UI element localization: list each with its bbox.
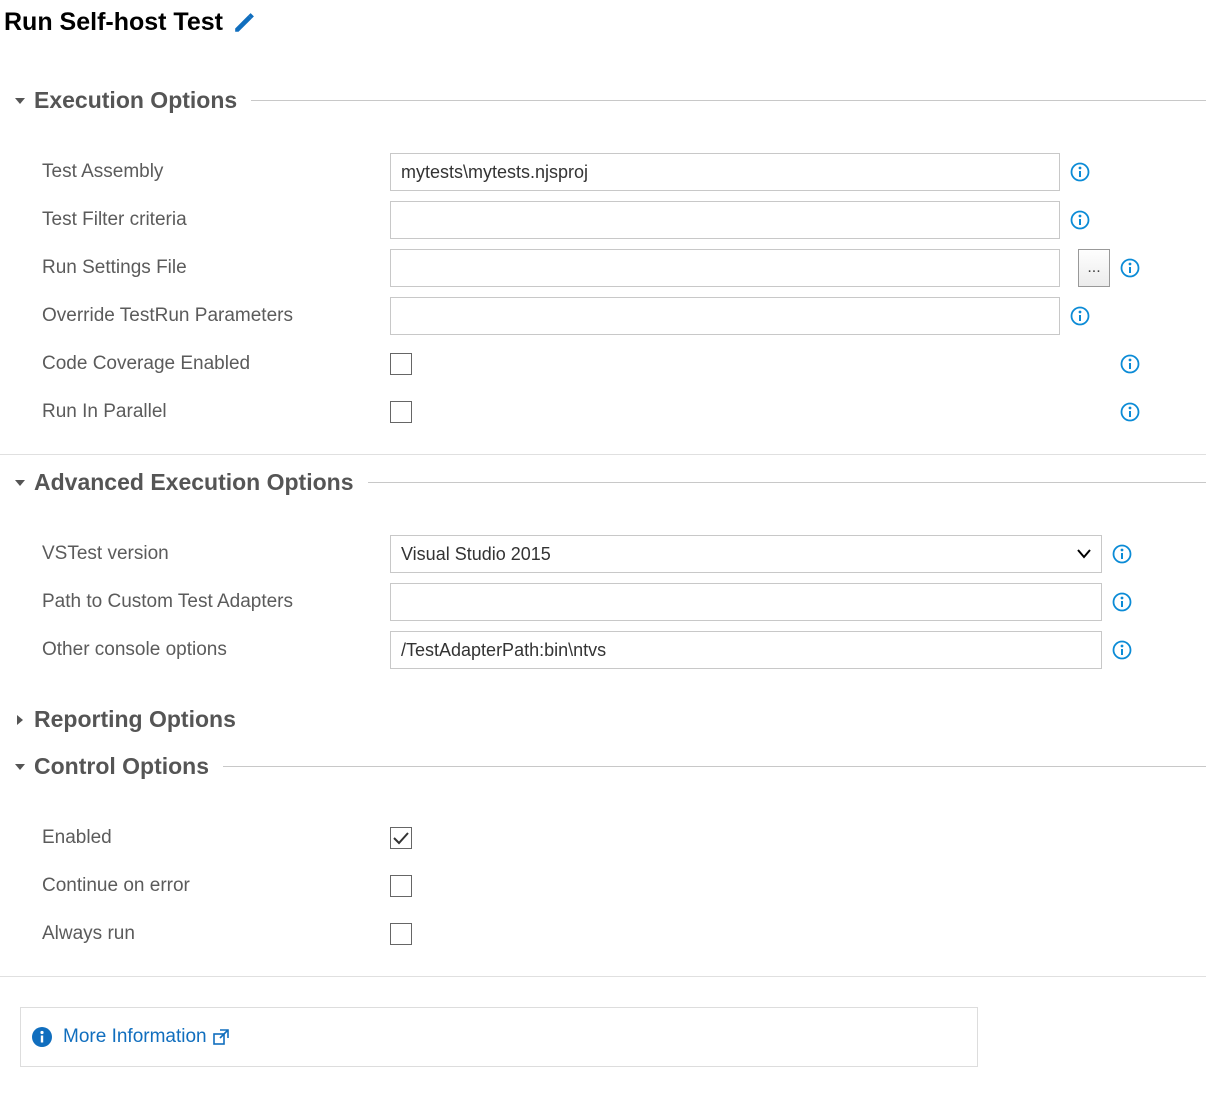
label-continue-on-error: Continue on error [42,875,390,897]
section-header-control[interactable]: Control Options [14,753,1206,780]
caret-down-icon [14,95,26,107]
label-override-params: Override TestRun Parameters [42,305,390,327]
section-rule [368,482,1206,483]
row-enabled: Enabled [0,814,1206,862]
row-code-coverage: Code Coverage Enabled [0,340,1206,388]
label-vstest-version: VSTest version [42,543,390,565]
section-rule [223,766,1206,767]
input-test-filter[interactable] [390,201,1060,239]
section-title: Advanced Execution Options [34,469,354,496]
browse-button[interactable]: ... [1078,249,1110,287]
page-title-text: Run Self-host Test [4,8,223,37]
section-reporting-options: Reporting Options [0,706,1206,743]
input-test-assembly[interactable] [390,153,1060,191]
section-header-advanced[interactable]: Advanced Execution Options [14,469,1206,496]
row-vstest-version: VSTest version Visual Studio 2015 [0,530,1206,578]
row-test-assembly: Test Assembly [0,148,1206,196]
more-information-box: More Information [20,1007,978,1067]
select-vstest-version[interactable]: Visual Studio 2015 [390,535,1102,573]
info-solid-icon [31,1026,53,1048]
external-link-icon [213,1029,229,1045]
info-icon[interactable] [1070,306,1090,326]
row-custom-adapters: Path to Custom Test Adapters [0,578,1206,626]
more-information-text: More Information [63,1026,207,1048]
label-test-assembly: Test Assembly [42,161,390,183]
input-override-params[interactable] [390,297,1060,335]
info-icon[interactable] [1120,402,1140,422]
label-run-parallel: Run In Parallel [42,401,390,423]
info-icon[interactable] [1112,592,1132,612]
info-icon[interactable] [1070,162,1090,182]
row-continue-on-error: Continue on error [0,862,1206,910]
label-always-run: Always run [42,923,390,945]
section-control-options: Control Options Enabled Continue on erro… [0,753,1206,977]
info-icon[interactable] [1070,210,1090,230]
info-icon[interactable] [1120,354,1140,374]
label-console-options: Other console options [42,639,390,661]
chevron-down-icon [1077,547,1091,561]
input-custom-adapters[interactable] [390,583,1102,621]
row-console-options: Other console options [0,626,1206,674]
checkbox-code-coverage[interactable] [390,353,412,375]
info-icon[interactable] [1112,640,1132,660]
checkbox-always-run[interactable] [390,923,412,945]
label-run-settings: Run Settings File [42,257,390,279]
row-test-filter: Test Filter criteria [0,196,1206,244]
more-information-link[interactable]: More Information [63,1026,229,1048]
section-title: Control Options [34,753,209,780]
label-test-filter: Test Filter criteria [42,209,390,231]
pencil-icon[interactable] [233,12,255,34]
checkbox-enabled[interactable] [390,827,412,849]
section-execution-options: Execution Options Test Assembly Test Fil… [0,87,1206,455]
section-title: Execution Options [34,87,237,114]
label-code-coverage: Code Coverage Enabled [42,353,390,375]
section-header-reporting[interactable]: Reporting Options [14,706,1206,733]
row-run-settings: Run Settings File ... [0,244,1206,292]
caret-down-icon [14,477,26,489]
input-run-settings[interactable] [390,249,1060,287]
row-always-run: Always run [0,910,1206,958]
row-run-parallel: Run In Parallel [0,388,1206,436]
section-advanced-execution: Advanced Execution Options VSTest versio… [0,469,1206,692]
label-custom-adapters: Path to Custom Test Adapters [42,591,390,613]
page-title: Run Self-host Test [4,8,1206,37]
label-enabled: Enabled [42,827,390,849]
caret-down-icon [14,761,26,773]
select-vstest-value: Visual Studio 2015 [401,544,551,565]
section-rule [251,100,1206,101]
caret-right-icon [14,714,26,726]
row-override-params: Override TestRun Parameters [0,292,1206,340]
checkbox-continue-on-error[interactable] [390,875,412,897]
checkbox-run-parallel[interactable] [390,401,412,423]
section-title: Reporting Options [34,706,236,733]
info-icon[interactable] [1112,544,1132,564]
info-icon[interactable] [1120,258,1140,278]
input-console-options[interactable] [390,631,1102,669]
section-header-execution[interactable]: Execution Options [14,87,1206,114]
